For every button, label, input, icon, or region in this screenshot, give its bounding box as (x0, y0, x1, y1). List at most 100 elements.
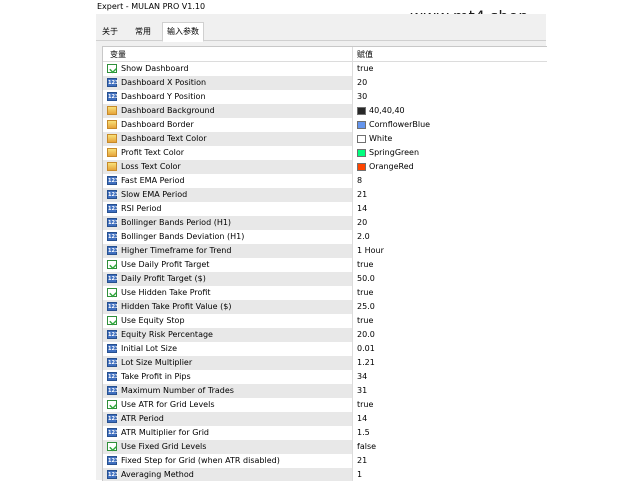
parameter-name-cell[interactable]: Use ATR for Grid Levels (103, 398, 352, 412)
parameter-row[interactable]: 123 Fixed Step for Grid (when ATR disable… (103, 454, 547, 468)
parameter-value-cell[interactable]: 31 (353, 384, 547, 398)
parameter-value-cell[interactable]: 1.21 (353, 356, 547, 370)
parameter-row[interactable]: 123 Higher Timeframe for Trend 1 Hour (103, 244, 547, 258)
parameter-name-cell[interactable]: 123 Slow EMA Period (103, 188, 352, 202)
parameter-name-cell[interactable]: 123 Higher Timeframe for Trend (103, 244, 352, 258)
parameter-row[interactable]: 123 RSI Period 14 (103, 202, 547, 216)
parameter-value-cell[interactable]: 14 (353, 202, 547, 216)
parameter-row[interactable]: 123 Maximum Number of Trades 31 (103, 384, 547, 398)
parameter-value-cell[interactable]: true (353, 62, 547, 76)
parameter-row[interactable]: Use ATR for Grid Levels true (103, 398, 547, 412)
parameter-row[interactable]: 123 Hidden Take Profit Value ($) 25.0 (103, 300, 547, 314)
parameter-row[interactable]: Dashboard Text Color White (103, 132, 547, 146)
parameter-value-cell[interactable]: true (353, 258, 547, 272)
parameter-value-cell[interactable]: White (353, 132, 547, 146)
parameter-row[interactable]: Loss Text Color OrangeRed (103, 160, 547, 174)
parameter-name-cell[interactable]: 123 RSI Period (103, 202, 352, 216)
parameter-value-cell[interactable]: SpringGreen (353, 146, 547, 160)
parameter-name-cell[interactable]: 123 Dashboard X Position (103, 76, 352, 90)
parameter-row[interactable]: Use Equity Stop true (103, 314, 547, 328)
parameter-name-cell[interactable]: 123 ATR Multiplier for Grid (103, 426, 352, 440)
parameter-name-cell[interactable]: 123 Maximum Number of Trades (103, 384, 352, 398)
parameter-name-cell[interactable]: 123 Hidden Take Profit Value ($) (103, 300, 352, 314)
parameter-value-cell[interactable]: 40,40,40 (353, 104, 547, 118)
parameter-row[interactable]: Dashboard Border CornflowerBlue (103, 118, 547, 132)
parameter-value-cell[interactable]: CornflowerBlue (353, 118, 547, 132)
parameter-row[interactable]: 123 Bollinger Bands Deviation (H1) 2.0 (103, 230, 547, 244)
parameter-row[interactable]: Use Fixed Grid Levels false (103, 440, 547, 454)
parameter-row[interactable]: 123 Lot Size Multiplier 1.21 (103, 356, 547, 370)
parameter-name-cell[interactable]: 123 Fixed Step for Grid (when ATR disable… (103, 454, 352, 468)
parameter-name-cell[interactable]: 123 Daily Profit Target ($) (103, 272, 352, 286)
parameter-name-cell[interactable]: Use Fixed Grid Levels (103, 440, 352, 454)
parameter-value-cell[interactable]: 8 (353, 174, 547, 188)
parameter-value-cell[interactable]: true (353, 398, 547, 412)
parameter-row[interactable]: Profit Text Color SpringGreen (103, 146, 547, 160)
parameter-row[interactable]: 123 Fast EMA Period 8 (103, 174, 547, 188)
parameter-row[interactable]: Use Daily Profit Target true (103, 258, 547, 272)
parameter-value-cell[interactable]: 20 (353, 216, 547, 230)
parameter-name-cell[interactable]: Profit Text Color (103, 146, 352, 160)
parameter-value-cell[interactable]: true (353, 314, 547, 328)
parameter-row[interactable]: 123 Bollinger Bands Period (H1) 20 (103, 216, 547, 230)
parameter-row[interactable]: 123 ATR Multiplier for Grid 1.5 (103, 426, 547, 440)
parameter-name-cell[interactable]: 123 Fast EMA Period (103, 174, 352, 188)
parameter-value-cell[interactable]: 0.01 (353, 342, 547, 356)
parameter-name-cell[interactable]: 123 Initial Lot Size (103, 342, 352, 356)
column-header-value[interactable]: 赋值 (357, 49, 373, 60)
parameter-row[interactable]: 123 Equity Risk Percentage 20.0 (103, 328, 547, 342)
parameter-row[interactable]: 123 Averaging Method 1 (103, 468, 547, 481)
parameter-name-cell[interactable]: 123 Averaging Method (103, 468, 352, 481)
parameter-value-cell[interactable]: 2.0 (353, 230, 547, 244)
parameter-row[interactable]: Use Hidden Take Profit true (103, 286, 547, 300)
parameter-name-cell[interactable]: Dashboard Border (103, 118, 352, 132)
tab-about[interactable]: 关于 (98, 24, 122, 39)
parameter-value: 20 (357, 78, 368, 87)
parameter-value-cell[interactable]: 14 (353, 412, 547, 426)
tab-common[interactable]: 常用 (128, 24, 158, 39)
parameter-name-cell[interactable]: Show Dashboard (103, 62, 352, 76)
parameter-name-cell[interactable]: 123 Equity Risk Percentage (103, 328, 352, 342)
parameter-row[interactable]: 123 Dashboard X Position 20 (103, 76, 547, 90)
color-swatch (357, 107, 366, 115)
parameter-row[interactable]: 123 Initial Lot Size 0.01 (103, 342, 547, 356)
parameter-value-cell[interactable]: 21 (353, 454, 547, 468)
parameter-value-cell[interactable]: true (353, 286, 547, 300)
column-divider[interactable] (352, 47, 353, 61)
parameter-row[interactable]: 123 Daily Profit Target ($) 50.0 (103, 272, 547, 286)
parameter-name-cell[interactable]: 123 Bollinger Bands Deviation (H1) (103, 230, 352, 244)
parameter-name-cell[interactable]: 123 Bollinger Bands Period (H1) (103, 216, 352, 230)
parameter-row[interactable]: 123 Dashboard Y Position 30 (103, 90, 547, 104)
parameter-name-cell[interactable]: Dashboard Text Color (103, 132, 352, 146)
parameter-row[interactable]: Show Dashboard true (103, 62, 547, 76)
parameter-row[interactable]: Dashboard Background 40,40,40 (103, 104, 547, 118)
parameter-name-cell[interactable]: Use Daily Profit Target (103, 258, 352, 272)
parameter-value-cell[interactable]: 20.0 (353, 328, 547, 342)
parameter-name-cell[interactable]: 123 Lot Size Multiplier (103, 356, 352, 370)
column-header-variable[interactable]: 变量 (110, 49, 126, 60)
parameter-value-cell[interactable]: 1 (353, 468, 547, 481)
parameter-value-cell[interactable]: 34 (353, 370, 547, 384)
parameter-name-cell[interactable]: 123 ATR Period (103, 412, 352, 426)
parameter-value-cell[interactable]: 1.5 (353, 426, 547, 440)
parameter-name-cell[interactable]: Use Hidden Take Profit (103, 286, 352, 300)
parameter-name-cell[interactable]: Loss Text Color (103, 160, 352, 174)
parameter-name-cell[interactable]: Use Equity Stop (103, 314, 352, 328)
parameter-name-cell[interactable]: 123 Take Profit in Pips (103, 370, 352, 384)
parameter-value-cell[interactable]: OrangeRed (353, 160, 547, 174)
parameter-value-cell[interactable]: 1 Hour (353, 244, 547, 258)
parameter-value-cell[interactable]: false (353, 440, 547, 454)
parameter-row[interactable]: 123 Take Profit in Pips 34 (103, 370, 547, 384)
parameter-row[interactable]: 123 ATR Period 14 (103, 412, 547, 426)
parameter-value: 1.5 (357, 428, 370, 437)
parameter-value-cell[interactable]: 50.0 (353, 272, 547, 286)
parameter-name-cell[interactable]: Dashboard Background (103, 104, 352, 118)
parameter-row[interactable]: 123 Slow EMA Period 21 (103, 188, 547, 202)
expert-properties-dialog: 关于 常用 输入参数 变量 赋值 Show Dashboard true 123 Da… (96, 14, 547, 481)
parameter-value-cell[interactable]: 25.0 (353, 300, 547, 314)
parameter-value-cell[interactable]: 20 (353, 76, 547, 90)
parameter-value-cell[interactable]: 30 (353, 90, 547, 104)
parameter-name-cell[interactable]: 123 Dashboard Y Position (103, 90, 352, 104)
parameter-value-cell[interactable]: 21 (353, 188, 547, 202)
tab-inputs[interactable]: 输入参数 (162, 22, 204, 42)
